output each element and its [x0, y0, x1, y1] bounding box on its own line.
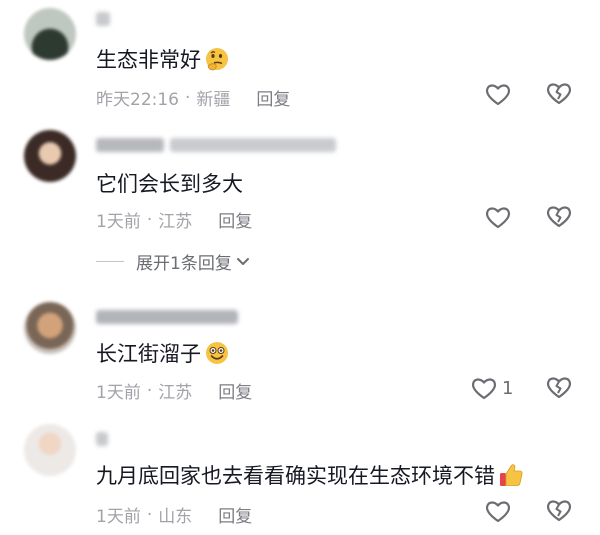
reply-button[interactable]: 回复 — [218, 502, 252, 527]
comment-time: 1天前 — [96, 507, 141, 527]
dislike-button[interactable] — [544, 497, 574, 525]
thumbs-up-emoji-icon — [500, 464, 523, 486]
like-button[interactable] — [484, 497, 516, 525]
comment-location: 江苏 — [158, 212, 193, 232]
username-suffix-blurred — [170, 138, 336, 152]
avatar[interactable] — [24, 8, 76, 60]
expand-replies-button[interactable]: 展开1条回复 — [96, 249, 250, 274]
comment-location: 新疆 — [196, 90, 231, 110]
comment-time: 1天前 — [96, 212, 141, 232]
broken-heart-icon — [547, 83, 571, 105]
heart-icon — [472, 378, 496, 400]
like-button[interactable]: 1 — [470, 374, 513, 402]
avatar[interactable] — [24, 130, 76, 182]
avatar[interactable] — [24, 424, 76, 476]
separator-dot: · — [146, 380, 153, 401]
comment-text-content: 它们会长到多大 — [96, 172, 243, 196]
comment-meta: 昨天22:16 · 新疆 回复 — [96, 85, 290, 111]
comment-location: 江苏 — [158, 383, 193, 403]
username-blurred[interactable] — [96, 12, 110, 26]
heart-icon — [486, 207, 510, 229]
expand-replies-label: 展开1条回复 — [136, 254, 232, 274]
comment-text: 生态非常好 — [96, 44, 231, 74]
separator-dot: · — [146, 504, 153, 525]
comment-meta: 1天前 · 江苏 回复 — [96, 207, 252, 233]
avatar[interactable] — [24, 302, 76, 354]
comment-text: 它们会长到多大 — [96, 168, 243, 198]
separator-dot: · — [185, 87, 191, 108]
username-blurred[interactable] — [96, 432, 108, 446]
chevron-down-icon — [236, 257, 249, 265]
comment-text-content: 九月底回家也去看看确实现在生态环境不错 — [96, 464, 495, 488]
thinking-face-emoji-icon — [206, 48, 228, 71]
dislike-button[interactable] — [544, 203, 574, 231]
smiling-face-emoji-icon — [206, 342, 228, 364]
comment-text-content: 生态非常好 — [96, 48, 201, 72]
comment-text-content: 长江街溜子 — [96, 342, 201, 366]
broken-heart-icon — [547, 500, 571, 522]
like-button[interactable] — [484, 203, 516, 231]
username-blurred[interactable] — [96, 138, 164, 152]
heart-icon — [486, 84, 510, 106]
heart-icon — [486, 501, 510, 523]
comment-text: 九月底回家也去看看确实现在生态环境不错 — [96, 460, 525, 490]
dislike-button[interactable] — [544, 80, 574, 108]
comment-meta: 1天前 · 山东 回复 — [96, 502, 252, 528]
comment-location: 山东 — [158, 507, 193, 527]
comment-text: 长江街溜子 — [96, 338, 231, 368]
comment-meta: 1天前 · 江苏 回复 — [96, 378, 252, 404]
expand-divider — [96, 261, 124, 262]
username-blurred[interactable] — [96, 310, 238, 324]
dislike-button[interactable] — [544, 374, 574, 402]
reply-button[interactable]: 回复 — [218, 378, 252, 403]
like-count: 1 — [502, 377, 514, 399]
broken-heart-icon — [547, 206, 571, 228]
separator-dot: · — [146, 209, 153, 230]
reply-button[interactable]: 回复 — [218, 207, 252, 232]
comment-time: 1天前 — [96, 383, 141, 403]
like-button[interactable] — [484, 80, 516, 108]
reply-button[interactable]: 回复 — [256, 85, 290, 110]
broken-heart-icon — [547, 377, 571, 399]
comment-time: 昨天22:16 — [96, 90, 179, 110]
